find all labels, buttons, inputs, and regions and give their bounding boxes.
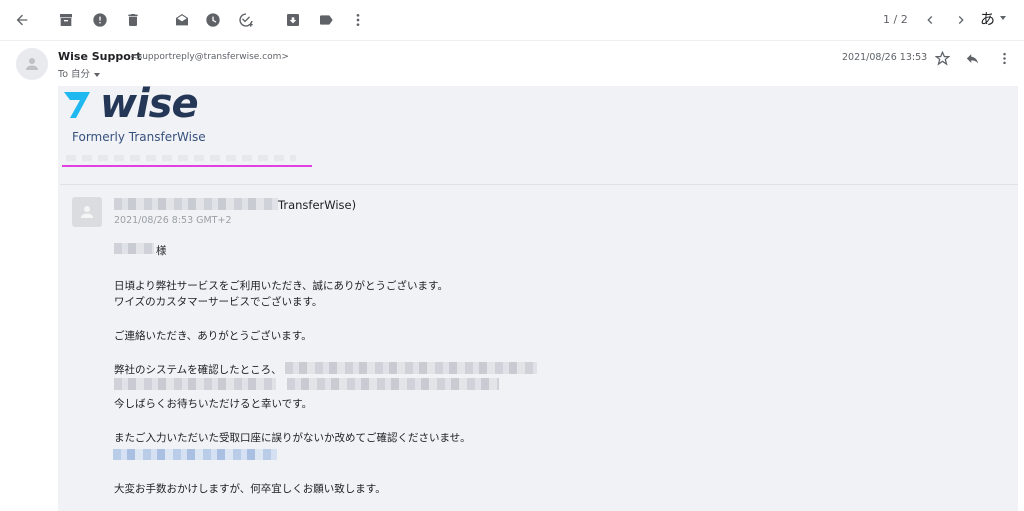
input-tools-button[interactable]: あ: [980, 8, 995, 29]
redacted-text: [114, 378, 276, 390]
paragraph-3-line-3: 今しばらくお待ちいただけると幸いです。: [114, 398, 313, 410]
to-label: To 自分: [58, 69, 91, 80]
add-to-tasks-button[interactable]: [234, 8, 258, 32]
person-icon: [26, 58, 38, 70]
newer-button[interactable]: [918, 8, 942, 32]
reply-icon: [966, 53, 978, 63]
divider: [60, 184, 1018, 185]
star-icon: [934, 50, 950, 66]
chevron-right-icon: [958, 16, 964, 24]
highlight-underline: [62, 165, 312, 167]
trash-icon: [128, 14, 138, 26]
report-spam-button[interactable]: [88, 8, 112, 32]
paragraph-1-line-1: 日頃より弊社サービスをご利用いただき、誠にありがとうございます。: [114, 280, 449, 292]
back-button[interactable]: [10, 8, 34, 32]
labels-button[interactable]: [314, 8, 338, 32]
mark-unread-button[interactable]: [170, 8, 194, 32]
quoted-date: 2021/08/26 8:53 GMT+2: [114, 215, 232, 226]
redacted-text: [285, 362, 537, 374]
recipient-details[interactable]: To 自分: [58, 66, 101, 80]
move-to-button[interactable]: [281, 8, 305, 32]
email-toolbar: 1 / 2 あ: [0, 0, 1024, 41]
pager-count: 1 / 2: [883, 13, 908, 26]
paragraph-2: ご連絡いただき、ありがとうございます。: [114, 330, 312, 342]
salutation: 様: [156, 245, 167, 257]
wise-flag-icon: [64, 92, 90, 118]
redacted-text: [66, 155, 296, 161]
more-vert-icon: [356, 14, 360, 26]
wise-wordmark: wise: [100, 81, 199, 127]
paragraph-5: 大変お手数おかけしますが、何卒宜しくお願い致します。: [114, 483, 386, 495]
redacted-text: [287, 378, 499, 390]
paragraph-3-line-1: 弊社のシステムを確認したところ、: [114, 364, 282, 376]
reply-button[interactable]: [963, 49, 981, 67]
formerly-tagline: Formerly TransferWise: [72, 130, 206, 144]
quoted-avatar: [72, 197, 102, 227]
archive-button[interactable]: [54, 8, 78, 32]
sender-email: <supportreply@transferwise.com>: [130, 52, 289, 62]
more-vert-icon: [1002, 52, 1006, 64]
label-icon: [320, 15, 333, 25]
snooze-button[interactable]: [201, 8, 225, 32]
quoted-sender: TransferWise): [278, 198, 357, 212]
message-date: 2021/08/26 13:53: [842, 52, 928, 63]
redacted-link[interactable]: [113, 449, 277, 460]
star-button[interactable]: [933, 49, 951, 67]
caret-down-icon: [1000, 16, 1006, 20]
wise-logo: wise: [60, 81, 230, 127]
archive-icon: [60, 14, 72, 26]
paragraph-1-line-2: ワイズのカスタマーサービスでございます。: [114, 296, 323, 308]
message-more-button[interactable]: [995, 49, 1013, 67]
avatar: [16, 48, 48, 80]
chevron-left-icon: [927, 16, 933, 24]
older-button[interactable]: [949, 8, 973, 32]
task-add-icon: [239, 13, 253, 27]
move-to-icon: [287, 14, 299, 26]
redacted-name: [114, 243, 154, 254]
mail-open-icon: [176, 14, 188, 26]
delete-button[interactable]: [121, 8, 145, 32]
more-options-button[interactable]: [346, 8, 370, 32]
paragraph-4: またご入力いただいた受取口座に誤りがないか改めてご確認くださいませ。: [114, 432, 471, 444]
redacted-sender: [114, 198, 278, 210]
caret-down-icon: [94, 72, 101, 77]
arrow-left-icon: [16, 14, 28, 26]
sender-name[interactable]: Wise Support: [58, 50, 141, 63]
spam-icon: [93, 13, 107, 27]
person-icon: [81, 206, 93, 218]
clock-icon: [206, 13, 220, 27]
